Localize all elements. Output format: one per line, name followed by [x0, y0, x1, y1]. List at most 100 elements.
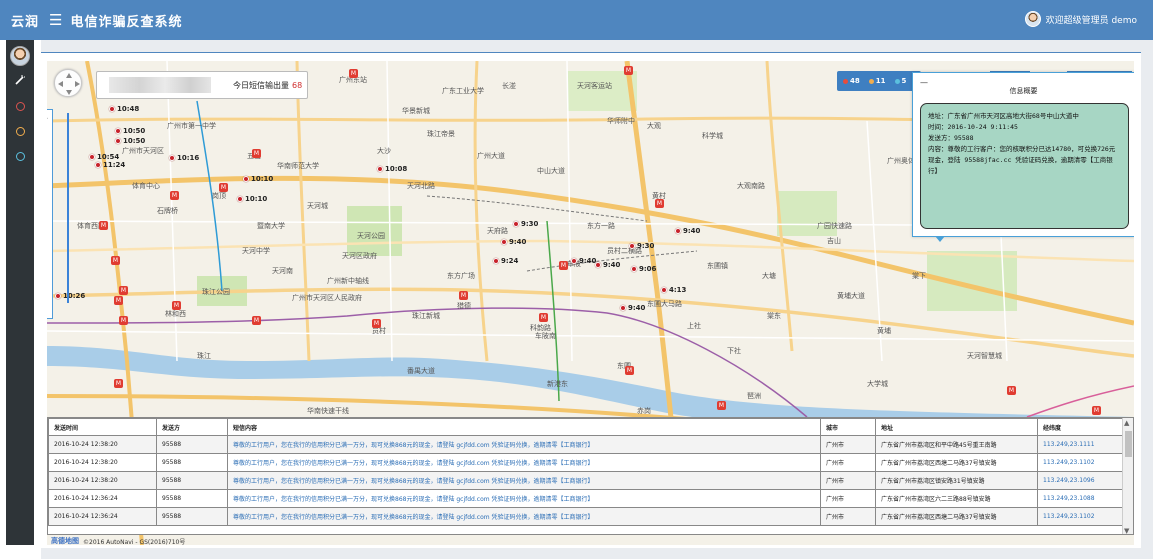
cell-content[interactable]: 尊敬的工行用户，您在我行的信用积分已满一万分，现可兑换868元的现金，请登陆 g…: [227, 471, 821, 490]
amap-logo: 高德地图: [51, 537, 79, 545]
metro-station-icon: M: [349, 69, 358, 78]
cell-sender: 95588: [156, 453, 228, 472]
marker-940-b[interactable]: 9:40: [571, 257, 596, 265]
sidebar-dark-strip: [6, 40, 34, 545]
metro-station-icon: M: [655, 199, 664, 208]
cell-city: 广州市: [820, 471, 876, 490]
col-header-city[interactable]: 城市: [820, 418, 876, 436]
col-header-address[interactable]: 地址: [875, 418, 1038, 436]
sidebar-item-blue[interactable]: [12, 148, 28, 164]
sidebar-avatar[interactable]: [10, 46, 30, 66]
cell-coords[interactable]: 113.249,23.1088: [1037, 489, 1124, 508]
cell-coords[interactable]: 113.249,23.1102: [1037, 507, 1124, 526]
table-scrollbar[interactable]: ▲ ▼: [1122, 418, 1133, 534]
marker-1008[interactable]: 10:08: [377, 165, 407, 173]
map-pin-icon: [237, 196, 243, 202]
blue-dot-icon: [894, 78, 900, 84]
metro-station-icon: M: [559, 261, 568, 270]
sidebar-item-orange[interactable]: [12, 123, 28, 139]
table-row[interactable]: 2016-10-24 12:38:20 95588 尊敬的工行用户，您在我行的信…: [48, 453, 1124, 472]
red-circle-icon: [15, 101, 25, 111]
marker-1016[interactable]: 10:16: [169, 154, 199, 162]
menu-icon[interactable]: ☰: [49, 12, 62, 28]
sidebar-item-red[interactable]: [12, 98, 28, 114]
col-header-coords[interactable]: 经纬度: [1037, 418, 1124, 436]
avatar: [1024, 11, 1041, 27]
cell-content[interactable]: 尊敬的工行用户，您在我行的信用积分已满一万分，现可兑换868元的现金，请登陆 g…: [227, 453, 821, 472]
marker-1050-b[interactable]: 10:50: [115, 137, 145, 145]
plus-icon[interactable]: +: [47, 114, 49, 124]
daily-count-label: 今日短信输出量: [233, 80, 289, 90]
scroll-thumb[interactable]: [1125, 431, 1132, 457]
sms-table[interactable]: 发送时间 发送方 短信内容 城市 地址 经纬度 2016-10-24 12:38…: [47, 417, 1134, 535]
marker-940-c[interactable]: 9:40: [675, 227, 700, 235]
map-pin-icon: [571, 258, 577, 264]
map-pin-icon: [55, 293, 61, 299]
scroll-up-icon[interactable]: ▲: [1124, 419, 1129, 427]
wand-icon: [14, 74, 26, 89]
marker-1010-a[interactable]: 10:10: [243, 175, 273, 183]
cell-city: 广州市: [820, 435, 876, 454]
marker-924[interactable]: 9:24: [493, 257, 518, 265]
cell-coords[interactable]: 113.249,23.1111: [1037, 435, 1124, 454]
table-row[interactable]: 2016-10-24 12:38:20 95588 尊敬的工行用户，您在我行的信…: [48, 435, 1124, 454]
col-header-content[interactable]: 短信内容: [227, 418, 821, 436]
cell-coords[interactable]: 113.249,23.1102: [1037, 453, 1124, 472]
map-view[interactable]: 广州东站 广州市天河区 天河公园 天河客运站 黄埔区 珠江公园 暨南大学 华南师…: [47, 61, 1134, 545]
sidebar-item-draw[interactable]: [12, 73, 28, 89]
cell-coords[interactable]: 113.249,23.1096: [1037, 471, 1124, 490]
zoom-track[interactable]: [67, 113, 69, 303]
stat-orange[interactable]: 11: [868, 77, 886, 85]
cell-content[interactable]: 尊敬的工行用户，您在我行的信用积分已满一万分，现可兑换868元的现金，请登陆 g…: [227, 489, 821, 508]
popup-title: 信息概要: [1009, 87, 1038, 95]
alert-stats-bar[interactable]: 48 11 5: [837, 71, 922, 91]
cell-content[interactable]: 尊敬的工行用户，您在我行的信用积分已满一万分，现可兑换868元的现金，请登陆 g…: [227, 507, 821, 526]
marker-940-e[interactable]: 9:40: [595, 261, 620, 269]
cell-sender: 95588: [156, 489, 228, 508]
metro-station-icon: M: [111, 256, 120, 265]
marker-940-a[interactable]: 9:40: [501, 238, 526, 246]
map-pin-icon: [493, 258, 499, 264]
col-header-sender[interactable]: 发送方: [156, 418, 228, 436]
orange-dot-icon: [868, 78, 874, 84]
table-row[interactable]: 2016-10-24 12:36:24 95588 尊敬的工行用户，您在我行的信…: [48, 507, 1124, 526]
metro-station-icon: M: [119, 286, 128, 295]
metro-station-icon: M: [114, 296, 123, 305]
col-header-time[interactable]: 发送时间: [48, 418, 157, 436]
map-pan-control[interactable]: [54, 69, 82, 97]
map-pin-icon: [115, 128, 121, 134]
marker-1010-b[interactable]: 10:10: [237, 195, 267, 203]
marker-1048[interactable]: 10:48: [109, 105, 139, 113]
table-row[interactable]: 2016-10-24 12:38:20 95588 尊敬的工行用户，您在我行的信…: [48, 471, 1124, 490]
cell-sender: 95588: [156, 435, 228, 454]
metro-station-icon: M: [172, 301, 181, 310]
cell-address: 广东省广州市荔湾区六二三路88号镇安路: [875, 489, 1038, 508]
metro-station-icon: M: [114, 379, 123, 388]
metro-station-icon: M: [625, 366, 634, 375]
table-row[interactable]: 2016-10-24 12:36:24 95588 尊敬的工行用户，您在我行的信…: [48, 489, 1124, 508]
metro-station-icon: M: [170, 191, 179, 200]
popup-pointer: [935, 236, 945, 242]
marker-930-a[interactable]: 9:30: [513, 220, 538, 228]
metro-station-icon: M: [459, 291, 468, 300]
metro-station-icon: M: [119, 316, 128, 325]
stat-blue[interactable]: 5: [894, 77, 906, 85]
popup-body: 地址：广东省广州市天河区高地大街68号中山大道中 时间：2016-10-24 9…: [920, 103, 1129, 229]
map-pin-icon: [109, 106, 115, 112]
marker-1054[interactable]: 10:54: [89, 153, 119, 161]
marker-1124[interactable]: 11:24: [95, 161, 125, 169]
left-drawer[interactable]: +: [47, 109, 53, 319]
marker-940-d[interactable]: 9:40: [620, 304, 645, 312]
user-menu[interactable]: 欢迎超级管理员 demo: [1024, 11, 1137, 27]
map-pin-icon: [501, 239, 507, 245]
stat-red[interactable]: 48: [843, 77, 860, 85]
marker-413[interactable]: 4:13: [661, 286, 686, 294]
scroll-down-icon[interactable]: ▼: [1124, 527, 1129, 534]
metro-station-icon: M: [219, 183, 228, 192]
top-header: 云润 ☰ 电信诈骗反查系统 欢迎超级管理员 demo: [0, 0, 1153, 40]
marker-906[interactable]: 9:06: [631, 265, 656, 273]
marker-1050-a[interactable]: 10:50: [115, 127, 145, 135]
map-zoom-slider[interactable]: [63, 101, 73, 316]
marker-930-b[interactable]: 9:30: [629, 242, 654, 250]
cell-content[interactable]: 尊敬的工行用户，您在我行的信用积分已满一万分，现可兑换868元的现金，请登陆 g…: [227, 435, 821, 454]
